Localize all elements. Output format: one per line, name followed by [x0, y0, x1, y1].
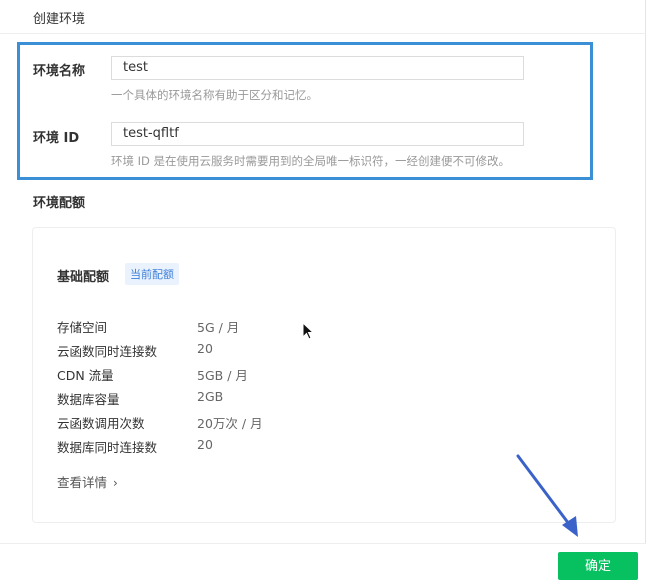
quota-value: 2GB [197, 389, 224, 404]
arrow-icon [510, 450, 590, 544]
quota-name: 数据库同时连接数 [57, 440, 158, 455]
view-details-label: 查看详情 [57, 475, 108, 490]
create-environment-dialog: 创建环境 环境名称 test 一个具体的环境名称有助于区分和记忆。 环境 ID … [0, 0, 646, 587]
title-divider [0, 33, 646, 34]
quota-value: 20 [197, 341, 213, 356]
quota-value: 5G / 月 [197, 320, 240, 335]
confirm-button[interactable]: 确定 [558, 552, 638, 580]
quota-name: 存储空间 [57, 320, 108, 335]
quota-name: 云函数同时连接数 [57, 344, 158, 359]
env-id-input[interactable]: test-qfltf [111, 122, 524, 146]
quota-name: 数据库容量 [57, 392, 120, 407]
quota-name: 云函数调用次数 [57, 416, 145, 431]
current-quota-badge: 当前配额 [125, 263, 179, 285]
env-name-label: 环境名称 [33, 64, 86, 79]
chevron-right-icon: › [113, 476, 118, 490]
env-name-input[interactable]: test [111, 56, 524, 80]
env-id-hint: 环境 ID 是在使用云服务时需要用到的全局唯一标识符，一经创建便不可修改。 [111, 154, 511, 168]
quota-value: 20 [197, 437, 213, 452]
quota-value: 20万次 / 月 [197, 416, 263, 431]
env-name-hint: 一个具体的环境名称有助于区分和记忆。 [111, 88, 318, 102]
env-id-label: 环境 ID [33, 131, 80, 146]
dialog-title: 创建环境 [33, 12, 86, 27]
quota-card-title: 基础配额 [57, 270, 110, 285]
quota-value: 5GB / 月 [197, 368, 248, 383]
dialog-footer: 确定 [0, 543, 646, 587]
mouse-pointer-icon [302, 321, 315, 344]
quota-name: CDN 流量 [57, 368, 114, 383]
view-details-link[interactable]: 查看详情 › [57, 472, 118, 491]
quota-section-title: 环境配额 [33, 196, 86, 211]
